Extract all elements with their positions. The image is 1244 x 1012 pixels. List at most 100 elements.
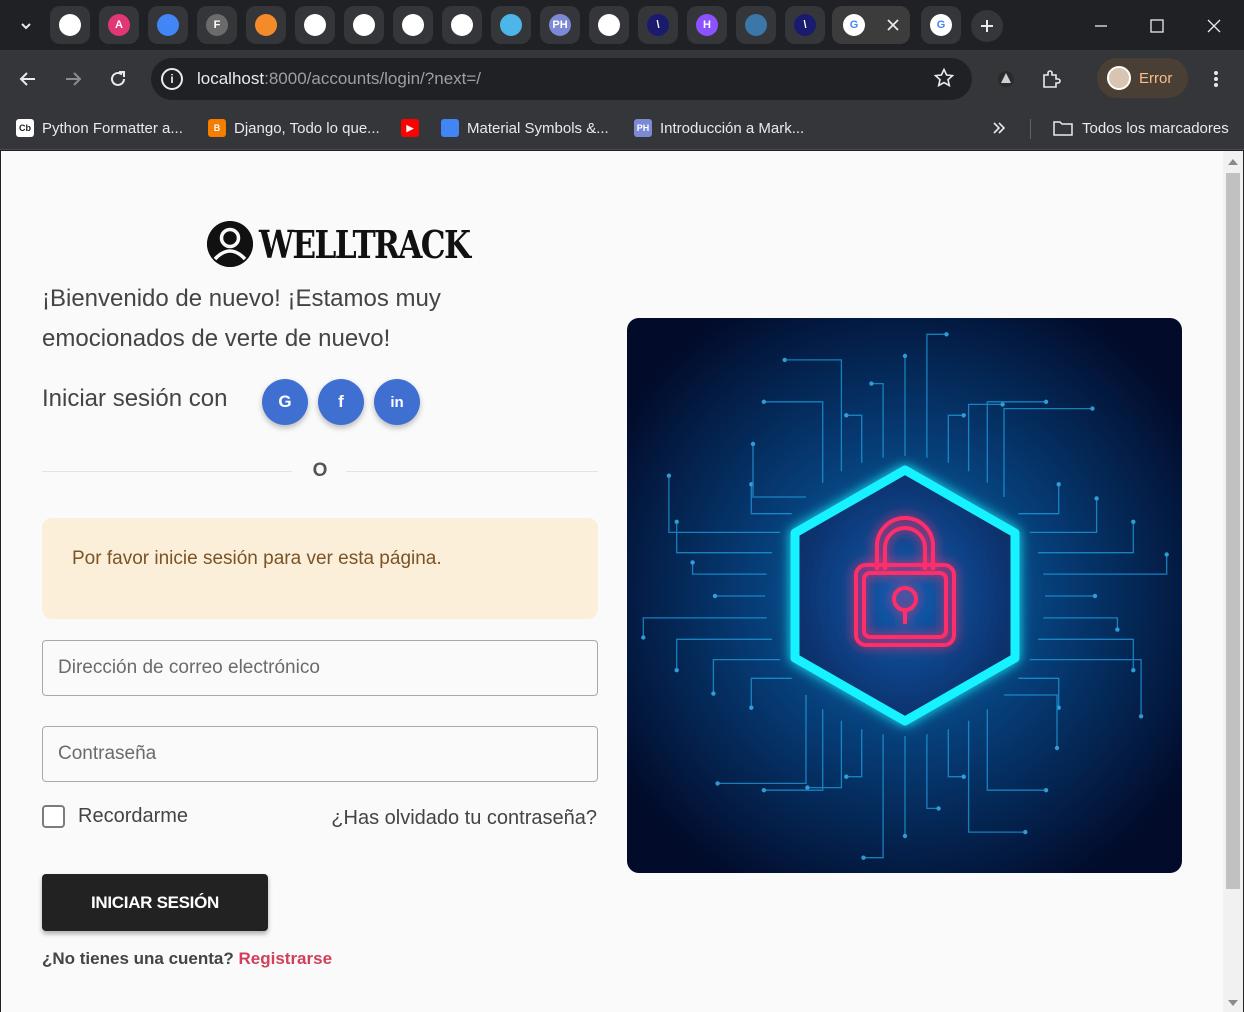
globe-icon [500,14,522,36]
reload-icon [111,71,125,86]
browser-tab[interactable] [442,6,482,44]
browser-tab[interactable]: G [921,6,961,44]
close-tab-icon[interactable] [887,19,899,31]
register-link[interactable]: Registrarse [238,949,332,968]
browser-tab[interactable] [589,6,629,44]
address-bar[interactable]: i localhost:8000/accounts/login/?next=/ [151,58,972,100]
browser-tab[interactable]: A [99,6,139,44]
extension-button[interactable] [989,62,1023,96]
signup-prompt: ¿No tienes una cuenta? Registrarse [42,949,332,969]
cb-icon: Cb [16,119,34,137]
browser-tab[interactable]: PH [540,6,580,44]
extension-logo-icon [998,71,1014,87]
back-button[interactable] [11,62,45,96]
linkedin-signin-button[interactable]: in [374,379,420,425]
profile-status: Error [1139,69,1173,87]
extensions-menu-button[interactable] [1034,62,1068,96]
bookmark-item[interactable]: PH Introducción a Mark... [634,117,804,139]
browser-tab[interactable] [736,6,776,44]
maximize-button[interactable] [1141,10,1173,42]
close-window-button[interactable] [1198,10,1230,42]
bookmark-label: Python Formatter a... [42,119,183,137]
double-chevron-right-icon [993,122,1006,134]
bookmarks-separator [1030,119,1031,139]
github-icon [451,14,473,36]
browser-tab[interactable]: F [197,6,237,44]
plus-icon [981,20,993,32]
reload-button[interactable] [101,62,135,96]
maximize-icon [1150,19,1164,33]
brand-name: WELLTRACK [259,221,471,267]
minimize-button[interactable] [1085,10,1117,42]
bookmark-star-icon[interactable] [934,68,954,88]
browser-menu-button[interactable] [1199,62,1233,96]
material-symbols-icon [157,14,179,36]
close-icon [1207,19,1221,33]
bookmark-item[interactable]: Material Symbols &... [441,117,609,139]
bookmark-label: Introducción a Mark... [660,119,805,137]
browser-tab[interactable] [344,6,384,44]
browser-tab[interactable] [148,6,188,44]
youtube-icon: ▶ [401,119,419,137]
browser-tab[interactable]: H [687,6,727,44]
login-required-alert: Por favor inicie sesión para ver esta pá… [42,518,598,619]
page-viewport: WELLTRACK ¡Bienvenido de nuevo! ¡Estamos… [1,151,1223,1012]
browser-tab[interactable]: \ [638,6,678,44]
facebook-signin-button[interactable]: f [318,379,364,425]
browser-tab-active[interactable]: G [832,6,910,44]
email-field[interactable] [42,640,598,696]
browser-tab[interactable] [246,6,286,44]
new-tab-button[interactable] [971,10,1003,42]
or-label: O [312,460,328,481]
python-icon [745,14,767,36]
no-account-text: ¿No tienes una cuenta? [42,949,234,968]
f-icon: F [206,14,228,36]
remember-label: Recordarme [78,805,189,827]
browser-tab[interactable] [491,6,531,44]
more-bookmarks-button[interactable] [992,117,1006,139]
tab-strip: A F PH \ H \ G G [0,0,1244,50]
login-button[interactable]: INICIAR SESIÓN [42,874,268,931]
scroll-up-arrow[interactable] [1228,159,1238,165]
or-divider: O [42,460,598,481]
minimize-icon [1095,25,1107,27]
site-info-icon[interactable]: i [161,68,183,90]
h-icon: H [696,14,718,36]
bookmark-item[interactable]: Cb Python Formatter a... [16,117,183,139]
puzzle-icon [1043,70,1061,88]
browser-tab[interactable] [50,6,90,44]
brand-logo[interactable]: WELLTRACK [207,221,516,267]
browser-tab[interactable] [393,6,433,44]
slash-icon: \ [647,14,669,36]
google-signin-button[interactable]: G [262,379,308,425]
forgot-password-link[interactable]: ¿Has olvidado tu contraseña? [331,807,597,830]
password-input[interactable] [43,727,597,781]
arrow-left-icon [19,72,35,86]
openai-icon [59,14,81,36]
welcome-message: ¡Bienvenido de nuevo! ¡Estamos muy emoci… [42,285,441,352]
profile-button[interactable]: Error [1097,58,1188,98]
material-symbols-icon [441,119,459,137]
all-bookmarks-button[interactable]: Todos los marcadores [1053,117,1229,139]
forward-button[interactable] [56,62,90,96]
bookmark-item[interactable]: ▶ [401,117,427,139]
password-field[interactable] [42,726,598,782]
scroll-down-arrow[interactable] [1228,1000,1238,1006]
remember-me[interactable]: Recordarme [42,805,188,828]
remember-checkbox[interactable] [42,805,65,828]
tab-search-button[interactable] [10,10,42,42]
browser-tab[interactable]: \ [785,6,825,44]
chevron-down-icon [21,23,31,30]
url-path: :8000/accounts/login/?next=/ [264,69,482,88]
avatar [1107,66,1131,90]
bookmark-item[interactable]: B Django, Todo lo que... [208,117,380,139]
page-scrollbar[interactable] [1223,151,1243,1012]
browser-tab[interactable] [295,6,335,44]
email-input[interactable] [43,641,597,695]
brave-icon [255,14,277,36]
scrollbar-thumb[interactable] [1226,173,1240,889]
all-bookmarks-label: Todos los marcadores [1082,119,1229,137]
user-circle-icon [207,221,253,267]
divider-line [42,471,292,472]
google-icon: G [930,14,952,36]
